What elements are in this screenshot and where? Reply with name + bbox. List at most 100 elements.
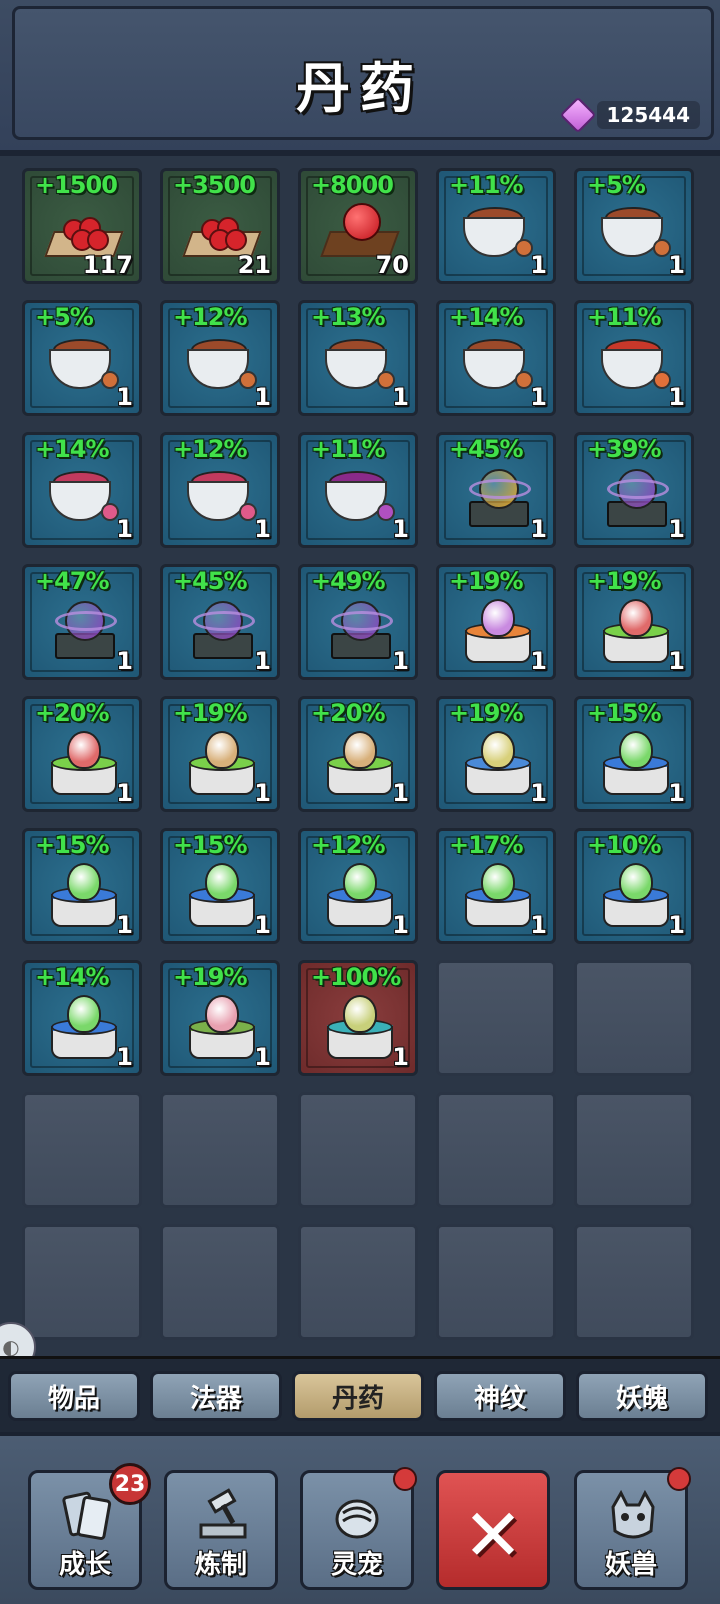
inventory-slot[interactable]: +19% 1 — [160, 960, 280, 1076]
item-bonus: +1500 — [35, 171, 118, 199]
item-count: 117 — [82, 251, 133, 279]
inventory-slot[interactable]: +8000 70 — [298, 168, 418, 284]
inventory-slot[interactable]: +11% 1 — [574, 300, 694, 416]
item-bonus: +12% — [311, 831, 386, 859]
item-count: 1 — [668, 251, 685, 279]
inventory-slot[interactable]: +19% 1 — [160, 696, 280, 812]
tab-runes[interactable]: 神纹 — [434, 1371, 566, 1421]
empty-slot[interactable] — [574, 960, 694, 1076]
inventory-slot[interactable]: +14% 1 — [22, 960, 142, 1076]
anvil-hammer-icon — [199, 1488, 247, 1539]
tab-pills[interactable]: 丹药 — [292, 1371, 424, 1421]
pet-button[interactable]: 灵宠 — [300, 1467, 417, 1590]
brazier-purple-icon — [595, 461, 675, 531]
inventory-slot[interactable]: +20% 1 — [22, 696, 142, 812]
beast-button[interactable]: 妖兽 — [574, 1467, 691, 1590]
inventory-slot[interactable]: +17% 1 — [436, 828, 556, 944]
inventory-slot[interactable]: +19% 1 — [436, 696, 556, 812]
inventory-slot[interactable]: +19% 1 — [436, 564, 556, 680]
inventory-slot[interactable]: +47% 1 — [22, 564, 142, 680]
empty-slot[interactable] — [22, 1092, 142, 1208]
inventory-slot[interactable]: +49% 1 — [298, 564, 418, 680]
empty-slot[interactable] — [574, 1224, 694, 1340]
inventory-slot[interactable]: +15% 1 — [22, 828, 142, 944]
craft-label: 炼制 — [194, 1550, 247, 1580]
inventory-slot[interactable]: +39% 1 — [574, 432, 694, 548]
empty-slot[interactable] — [160, 1224, 280, 1340]
inventory-slot[interactable]: +14% 1 — [22, 432, 142, 548]
empty-slot[interactable] — [436, 1224, 556, 1340]
inventory-slot[interactable]: +45% 1 — [160, 564, 280, 680]
beast-icon — [611, 1489, 655, 1539]
empty-slot[interactable] — [22, 1224, 142, 1340]
inventory-slot[interactable]: +20% 1 — [298, 696, 418, 812]
gem-icon — [559, 96, 596, 134]
tab-items[interactable]: 物品 — [8, 1371, 140, 1421]
item-bonus: +15% — [173, 831, 248, 859]
inventory-slot[interactable]: +15% 1 — [574, 696, 694, 812]
item-count: 1 — [530, 515, 547, 543]
item-bonus: +8000 — [311, 171, 394, 199]
empty-slot[interactable] — [298, 1224, 418, 1340]
inventory-slot[interactable]: +100% 1 — [298, 960, 418, 1076]
item-bonus: +12% — [173, 303, 248, 331]
item-count: 1 — [668, 515, 685, 543]
item-count: 21 — [237, 251, 271, 279]
currency-value: 125444 — [596, 101, 700, 129]
item-count: 1 — [254, 647, 271, 675]
item-bonus: +45% — [449, 435, 524, 463]
inventory-slot[interactable]: +10% 1 — [574, 828, 694, 944]
egg-pink-green-icon — [181, 989, 261, 1059]
inventory-slot[interactable]: +5% 1 — [22, 300, 142, 416]
inventory-slot[interactable]: +12% 1 — [298, 828, 418, 944]
item-count: 1 — [254, 383, 271, 411]
growth-button[interactable]: 23 成长 — [28, 1463, 151, 1590]
item-count: 1 — [392, 911, 409, 939]
inventory-slot[interactable]: +13% 1 — [298, 300, 418, 416]
tab-spirits[interactable]: 妖魄 — [576, 1371, 708, 1421]
inventory-slot[interactable]: +15% 1 — [160, 828, 280, 944]
egg-green-blue-icon — [457, 857, 537, 927]
item-bonus: +10% — [587, 831, 662, 859]
inventory-slot[interactable]: +5% 1 — [574, 168, 694, 284]
inventory-slot[interactable]: +11% 1 — [298, 432, 418, 548]
cup-brown-icon — [457, 197, 537, 267]
item-count: 1 — [392, 779, 409, 807]
inventory-slot[interactable]: +19% 1 — [574, 564, 694, 680]
brazier-gold-icon — [457, 461, 537, 531]
egg-green-blue-icon — [319, 857, 399, 927]
inventory-slot[interactable]: +1500 117 — [22, 168, 142, 284]
inventory-slot[interactable]: +12% 1 — [160, 300, 280, 416]
item-count: 1 — [116, 647, 133, 675]
empty-slot[interactable] — [298, 1092, 418, 1208]
inventory-slot[interactable]: +14% 1 — [436, 300, 556, 416]
item-bonus: +11% — [311, 435, 386, 463]
item-count: 1 — [668, 383, 685, 411]
empty-slot[interactable] — [436, 960, 556, 1076]
item-bonus: +11% — [449, 171, 524, 199]
item-count: 1 — [668, 779, 685, 807]
close-button[interactable]: ✕ — [436, 1470, 550, 1590]
item-bonus: +100% — [311, 963, 401, 991]
empty-slot[interactable] — [436, 1092, 556, 1208]
item-count: 1 — [254, 779, 271, 807]
item-count: 1 — [668, 911, 685, 939]
item-bonus: +3500 — [173, 171, 256, 199]
egg-tan-green-icon — [181, 725, 261, 795]
item-bonus: +20% — [311, 699, 386, 727]
item-count: 70 — [375, 251, 409, 279]
item-bonus: +39% — [587, 435, 662, 463]
item-bonus: +49% — [311, 567, 386, 595]
egg-green-blue-icon — [595, 725, 675, 795]
item-count: 1 — [530, 383, 547, 411]
inventory-slot[interactable]: +45% 1 — [436, 432, 556, 548]
inventory-slot[interactable]: +3500 21 — [160, 168, 280, 284]
item-bonus: +14% — [35, 435, 110, 463]
inventory-slot[interactable]: +11% 1 — [436, 168, 556, 284]
empty-slot[interactable] — [160, 1092, 280, 1208]
inventory-slot[interactable]: +12% 1 — [160, 432, 280, 548]
empty-slot[interactable] — [574, 1092, 694, 1208]
item-bonus: +17% — [449, 831, 524, 859]
craft-button[interactable]: 炼制 — [164, 1470, 278, 1590]
tab-artifacts[interactable]: 法器 — [150, 1371, 282, 1421]
